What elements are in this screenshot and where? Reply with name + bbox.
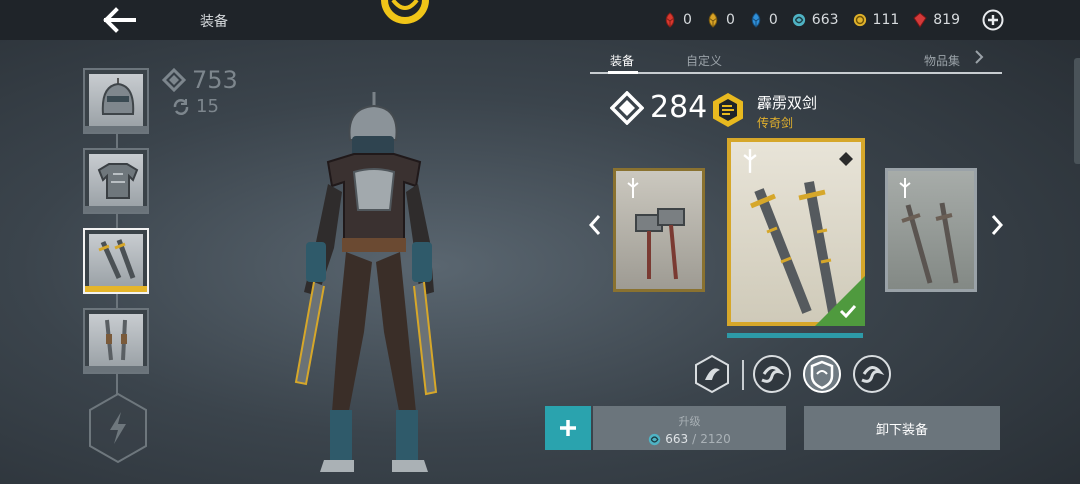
mod-divider (742, 360, 744, 390)
item-card-selected[interactable] (727, 138, 865, 326)
back-arrow-icon[interactable] (100, 6, 140, 34)
currency-gold-leaf: 0 (706, 12, 735, 28)
slot-bar (85, 206, 147, 212)
orb-icon (649, 433, 661, 445)
slot-bar (85, 366, 147, 372)
selected-indicator (727, 333, 863, 338)
upgrade-cost: 663 / 2120 (593, 432, 786, 446)
active-tab-indicator (608, 71, 638, 74)
weapon-thumbnail (89, 234, 143, 288)
upgrade-sep: / (692, 432, 697, 446)
slot-ranged[interactable] (83, 308, 149, 374)
plus-icon (560, 420, 576, 436)
sword-class-icon (743, 149, 757, 173)
gem-icon (913, 12, 927, 28)
currency-value: 0 (683, 12, 692, 28)
enchant-hexagon-icon[interactable] (692, 354, 732, 394)
currency-bar: 0 0 0 663 111 819 (663, 10, 960, 30)
character-level-value: 15 (196, 96, 219, 117)
orb-icon (792, 13, 805, 27)
slot-helmet[interactable] (83, 68, 149, 134)
armor-icon (97, 163, 139, 199)
tab-equipment[interactable]: 装备 (610, 52, 634, 69)
twin-hammers-icon (635, 208, 685, 280)
helmet-icon (101, 78, 135, 115)
magic-slot-lightning-icon[interactable] (86, 392, 150, 464)
total-power-value: 753 (192, 66, 238, 94)
diamond-marker-icon (839, 152, 853, 166)
buy-upgrade-button[interactable] (545, 406, 591, 450)
coin-icon (853, 13, 866, 27)
item-tabs: 装备 自定义 物品集 (590, 44, 1002, 74)
upgrade-label: 升级 (678, 415, 701, 428)
swirl-perk-icon[interactable] (852, 354, 892, 394)
red-leaf-icon (665, 12, 675, 28)
swirl-perk-icon[interactable] (752, 354, 792, 394)
currency-blue-leaf: 0 (749, 12, 778, 28)
equipped-corner (815, 276, 865, 326)
add-currency-button[interactable] (982, 9, 1004, 31)
gold-leaf-icon (708, 12, 718, 28)
legendary-rarity-icon (713, 93, 743, 127)
item-power-value: 284 (650, 90, 708, 125)
smiley-emblem-icon[interactable] (378, 0, 432, 26)
currency-value: 0 (725, 12, 735, 28)
ranged-thumbnail (89, 314, 143, 368)
character-stats: 753 15 (162, 66, 238, 117)
shield-perk-icon[interactable] (802, 354, 842, 394)
plain-swords-icon (901, 202, 959, 284)
upgrade-have: 663 (665, 432, 689, 446)
page-title: 装备 (200, 14, 228, 30)
currency-value: 819 (933, 12, 960, 28)
slot-weapon[interactable] (83, 228, 149, 294)
item-type: 传奇剑 (757, 116, 794, 130)
knives-icon (105, 319, 127, 361)
slot-connector (116, 214, 118, 228)
dual-swords-icon (98, 239, 136, 280)
chevron-right-icon[interactable] (989, 212, 1005, 238)
power-diamond-icon (162, 68, 186, 92)
character-model (294, 92, 438, 472)
total-power: 753 (162, 66, 238, 94)
upgrade-button[interactable]: 升级 663 / 2120 (593, 406, 786, 450)
currency-orb: 663 (792, 12, 839, 28)
slot-connector (116, 374, 118, 394)
currency-coin: 111 (853, 12, 900, 28)
checkmark-icon (839, 304, 857, 318)
power-diamond-icon (610, 90, 644, 125)
item-power: 284 (610, 90, 707, 125)
upgrade-need: 2120 (700, 432, 731, 446)
chevron-left-icon[interactable] (587, 212, 603, 238)
side-panel-handle[interactable] (1074, 58, 1080, 164)
currency-gem: 819 (913, 12, 960, 28)
item-card-swords[interactable] (885, 168, 977, 292)
top-bar: 装备 0 0 0 663 111 819 (0, 0, 1080, 40)
slot-bar-selected (85, 286, 147, 292)
character-level: 15 (172, 96, 238, 117)
item-card-hammers[interactable] (613, 168, 705, 292)
unequip-button[interactable]: 卸下装备 (804, 406, 1000, 450)
item-name: 霹雳双剑 (757, 94, 818, 112)
armor-thumbnail (89, 154, 143, 208)
currency-value: 0 (768, 12, 778, 28)
tab-item-sets[interactable]: 物品集 (924, 52, 960, 69)
currency-value: 663 (811, 12, 839, 28)
currency-value: 111 (872, 12, 900, 28)
slot-connector (116, 294, 118, 308)
blue-leaf-icon (751, 12, 761, 28)
slot-armor[interactable] (83, 148, 149, 214)
currency-red-leaf: 0 (663, 12, 692, 28)
tab-customize[interactable]: 自定义 (686, 52, 722, 69)
slot-connector (116, 134, 118, 148)
chevron-right-icon[interactable] (974, 50, 984, 64)
sword-class-icon (627, 178, 639, 198)
helmet-thumbnail (89, 74, 143, 128)
cycle-icon (173, 98, 189, 115)
slot-bar (85, 126, 147, 132)
